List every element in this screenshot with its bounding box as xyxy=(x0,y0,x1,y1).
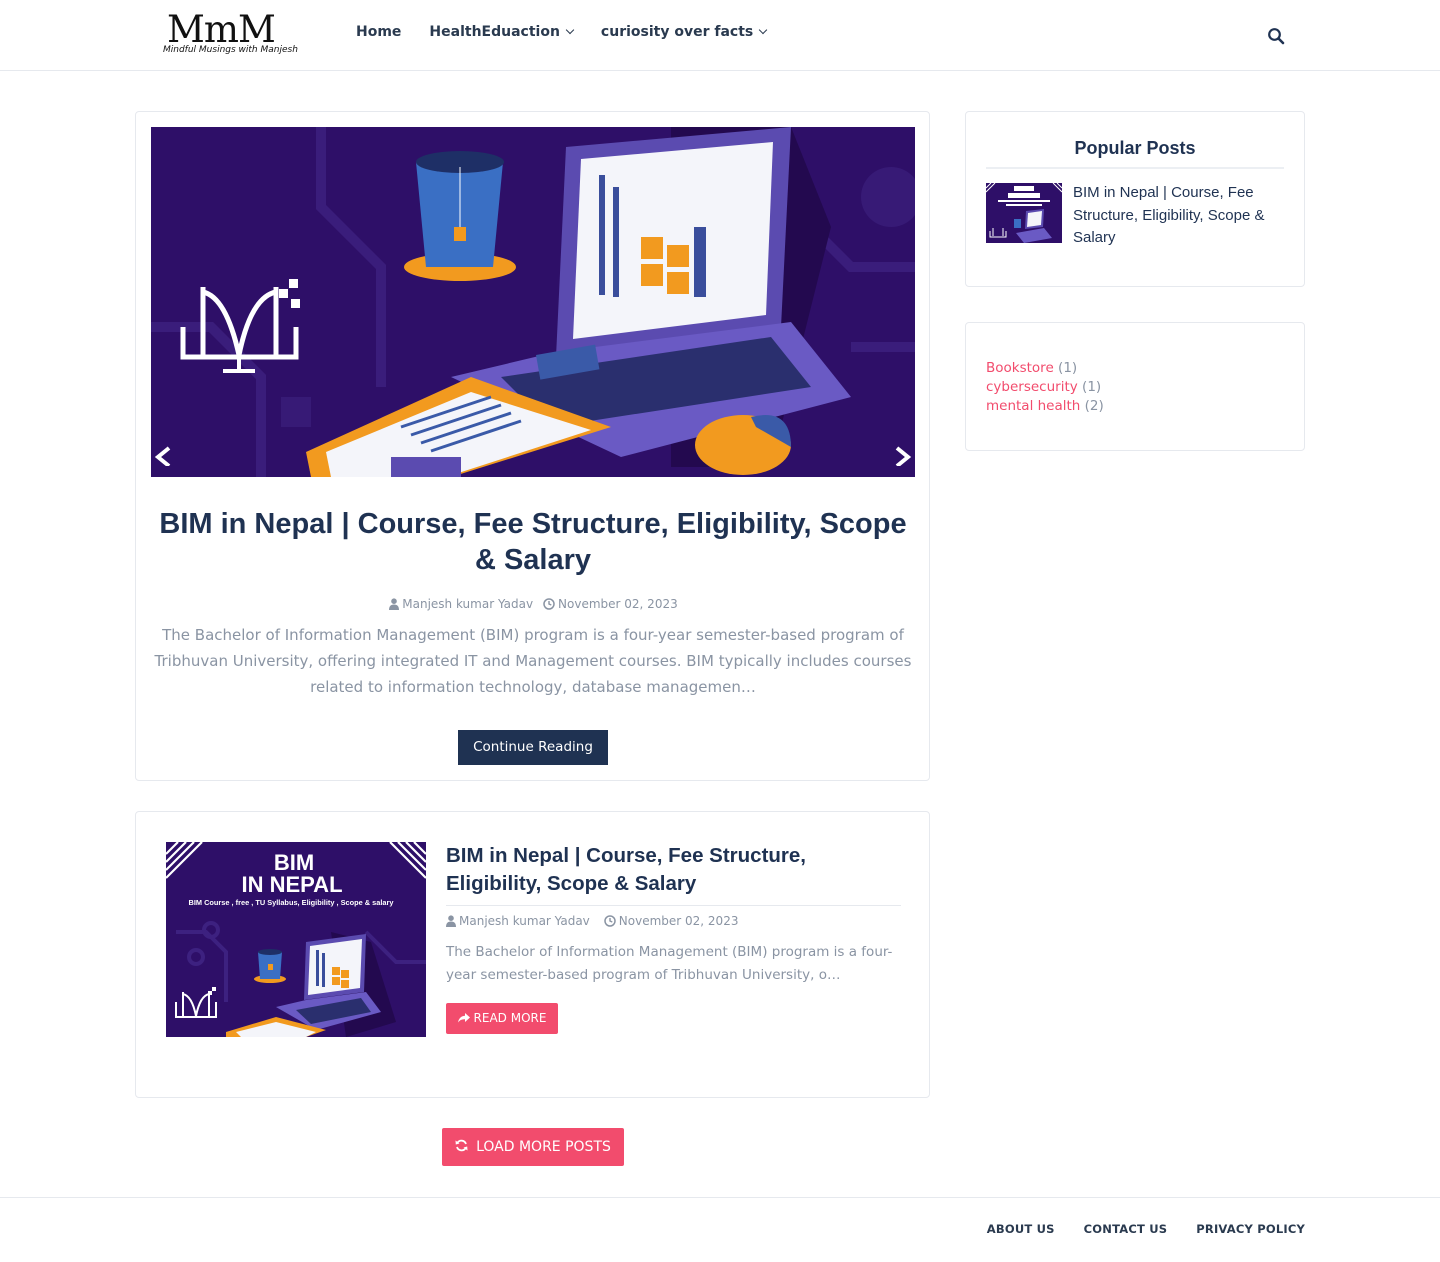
thumb-subtitle: BIM Course , free , TU Syllabus, Eligibi… xyxy=(189,898,395,907)
nav-curiosity-label: curiosity over facts xyxy=(600,24,754,40)
load-more-posts-button[interactable]: LOAD MORE POSTS xyxy=(442,1128,624,1166)
post-divider xyxy=(446,905,901,906)
thumb-title-line2: IN NEPAL xyxy=(241,872,342,897)
widget-title-underline xyxy=(986,167,1284,169)
featured-post-meta: Manjesh kumar Yadav November 02, 2023 xyxy=(136,597,931,611)
post-card: BIM IN NEPAL BIM Course , free , TU Syll… xyxy=(135,811,930,1098)
popular-post-thumbnail[interactable] xyxy=(986,183,1062,243)
footer-link-privacy-policy[interactable]: PRIVACY POLICY xyxy=(1196,1222,1305,1236)
popular-post-title[interactable]: BIM in Nepal | Course, Fee Structure, El… xyxy=(1073,182,1288,250)
post-date: November 02, 2023 xyxy=(618,914,739,928)
featured-post-card: BIM in Nepal | Course, Fee Structure, El… xyxy=(135,111,930,781)
featured-post-excerpt: The Bachelor of Information Management (… xyxy=(154,626,912,696)
slider-next-arrow-icon[interactable] xyxy=(893,444,915,466)
featured-post-image[interactable] xyxy=(151,127,915,477)
footer-link-about-us[interactable]: ABOUT US xyxy=(987,1222,1055,1236)
post-excerpt: The Bachelor of Information Management (… xyxy=(446,944,893,983)
footer-links: ABOUT US CONTACT US PRIVACY POLICY xyxy=(987,1222,1305,1236)
label-count: (2) xyxy=(1084,398,1104,414)
popular-posts-title: Popular Posts xyxy=(1074,138,1196,158)
label-cybersecurity[interactable]: cybersecurity xyxy=(986,379,1078,395)
nav-healtheduaction-label: HealthEduaction xyxy=(429,24,560,40)
logo-wordmark: MmM xyxy=(167,8,276,51)
featured-post-title[interactable]: BIM in Nepal | Course, Fee Structure, El… xyxy=(151,506,915,578)
load-more-label: LOAD MORE POSTS xyxy=(476,1139,611,1155)
user-icon xyxy=(446,915,456,927)
read-more-label: READ MORE xyxy=(473,1011,547,1025)
nav-home[interactable]: Home xyxy=(356,24,401,40)
continue-reading-button[interactable]: Continue Reading xyxy=(458,730,608,765)
post-title[interactable]: BIM in Nepal | Course, Fee Structure, El… xyxy=(446,842,906,898)
site-header: MmM Mindful Musings with Manjesh Home He… xyxy=(0,0,1440,71)
site-logo[interactable]: MmM Mindful Musings with Manjesh xyxy=(163,10,298,60)
post-author[interactable]: Manjesh kumar Yadav xyxy=(459,914,590,928)
nav-home-label: Home xyxy=(356,24,402,40)
popular-posts-widget: Popular Posts BIM in Nepal | Course, Fee… xyxy=(965,111,1305,287)
label-bookstore[interactable]: Bookstore xyxy=(986,360,1054,376)
slider-prev-arrow-icon[interactable] xyxy=(151,444,173,466)
label-item: Bookstore (1) xyxy=(986,359,1104,378)
post-meta: Manjesh kumar Yadav November 02, 2023 xyxy=(446,914,738,928)
nav-healtheduaction[interactable]: HealthEduaction xyxy=(429,24,575,40)
label-item: cybersecurity (1) xyxy=(986,378,1104,397)
label-item: mental health (2) xyxy=(986,397,1104,416)
share-arrow-icon xyxy=(457,1013,470,1023)
nav-curiosity-over-facts[interactable]: curiosity over facts xyxy=(600,24,768,40)
labels-widget: Bookstore (1) cybersecurity (1) mental h… xyxy=(965,322,1305,451)
logo-tagline: Mindful Musings with Manjesh xyxy=(163,45,298,55)
footer-link-contact-us[interactable]: CONTACT US xyxy=(1084,1222,1168,1236)
clock-icon xyxy=(604,915,616,927)
chevron-down-icon xyxy=(758,25,768,35)
bim-mini-thumbnail xyxy=(986,183,1062,243)
clock-icon xyxy=(543,598,555,610)
read-more-button[interactable]: READ MORE xyxy=(446,1003,558,1034)
post-date: November 02, 2023 xyxy=(558,597,678,611)
post-thumbnail[interactable]: BIM IN NEPAL BIM Course , free , TU Syll… xyxy=(166,842,426,1037)
chevron-down-icon xyxy=(565,25,575,35)
refresh-icon xyxy=(455,1139,468,1152)
search-icon[interactable] xyxy=(1267,27,1285,45)
label-list: Bookstore (1) cybersecurity (1) mental h… xyxy=(986,359,1104,416)
main-nav: Home HealthEduaction curiosity over fact… xyxy=(356,24,794,40)
label-mental-health[interactable]: mental health xyxy=(986,398,1080,414)
site-footer: ABOUT US CONTACT US PRIVACY POLICY xyxy=(0,1197,1440,1262)
user-icon xyxy=(389,598,400,610)
laptop-illustration xyxy=(151,127,915,477)
label-count: (1) xyxy=(1082,379,1102,395)
bim-thumbnail-illustration: BIM IN NEPAL BIM Course , free , TU Syll… xyxy=(166,842,426,1037)
post-author[interactable]: Manjesh kumar Yadav xyxy=(402,597,533,611)
label-count: (1) xyxy=(1058,360,1078,376)
